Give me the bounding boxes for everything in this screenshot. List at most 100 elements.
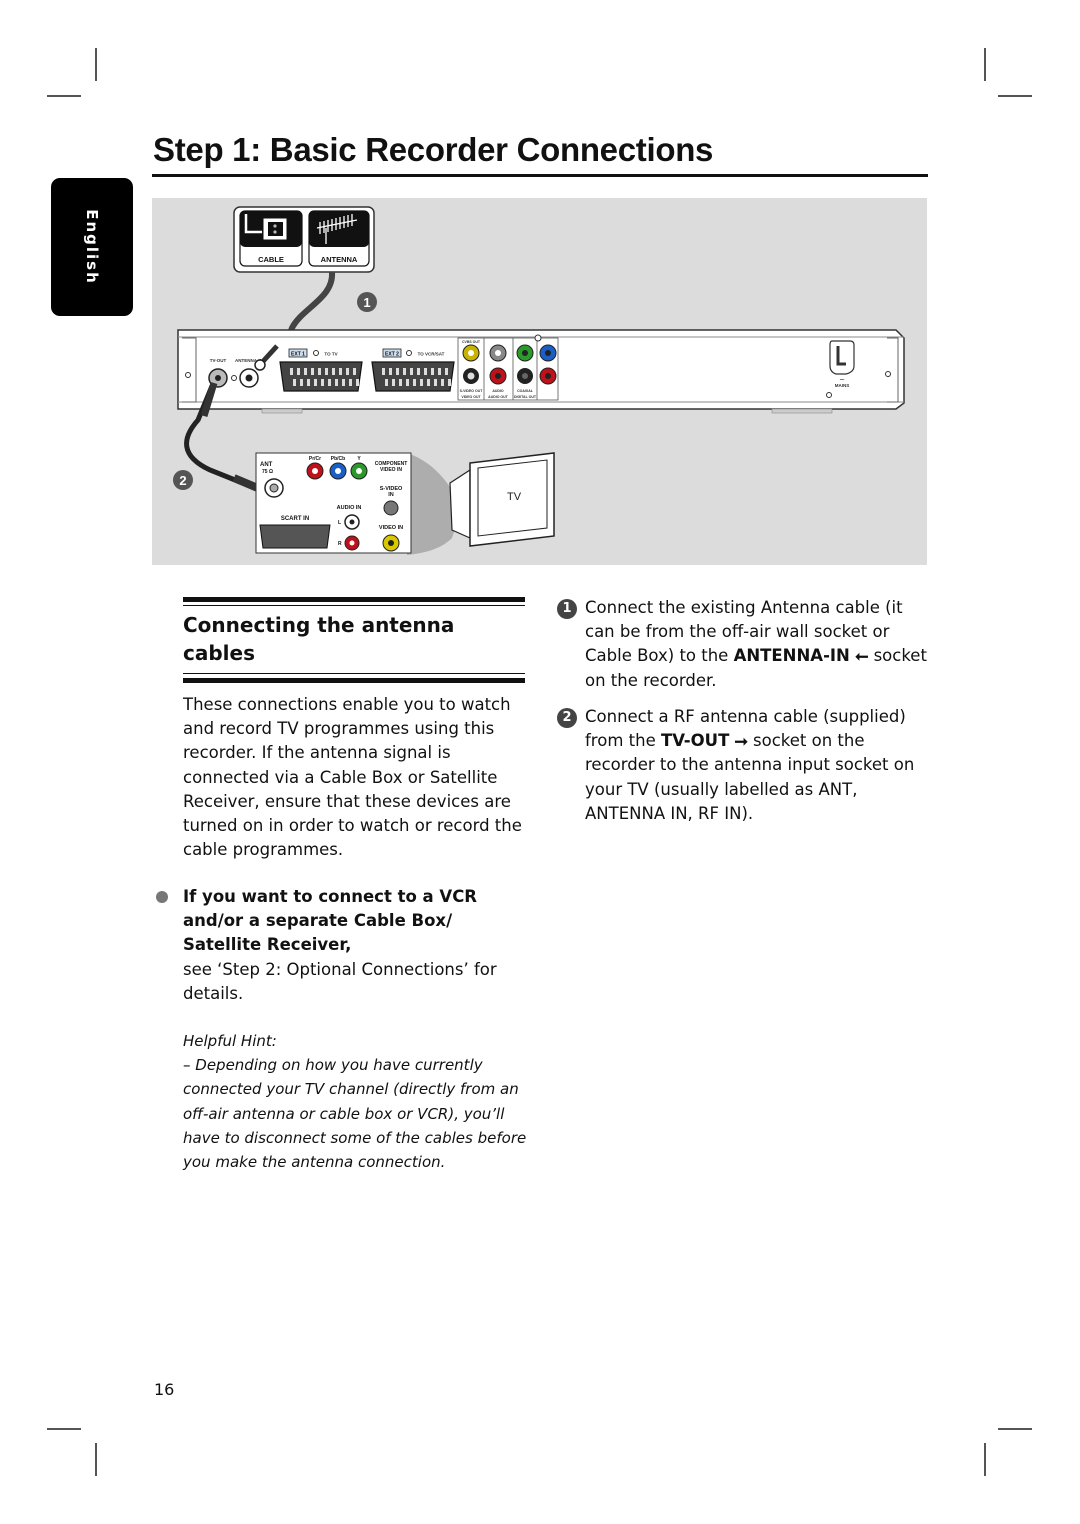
svg-text:R: R xyxy=(338,541,342,547)
antenna-label: ANTENNA xyxy=(321,255,358,264)
scart-pin xyxy=(332,368,335,375)
diagram-svg: CABLE ANTENNA 1 TV-OUT ANTENNA-IN EXT 1 … xyxy=(173,206,905,555)
scart-pin xyxy=(297,368,300,375)
scart-pin xyxy=(410,368,413,375)
svg-text:COAXIAL: COAXIAL xyxy=(517,389,534,393)
svg-text:VIDEO IN: VIDEO IN xyxy=(379,525,403,531)
scart-pin xyxy=(382,368,385,375)
step-text: Connect a RF antenna cable (supplied) fr… xyxy=(585,707,915,823)
svg-text:L: L xyxy=(338,520,341,526)
scart-pin xyxy=(406,379,409,386)
section-title: Connecting the antenna cables xyxy=(183,613,455,665)
hint-title: Helpful Hint: xyxy=(183,1032,277,1050)
ext2-scart-socket xyxy=(371,361,455,392)
callout-2: 2 xyxy=(173,470,193,490)
tv-out-label: TV-OUT xyxy=(660,731,730,751)
crop-mark xyxy=(95,48,97,81)
svg-text:IN: IN xyxy=(388,492,394,498)
scart-pin xyxy=(434,379,437,386)
svg-text:Pb/Cb: Pb/Cb xyxy=(331,456,345,462)
svg-text:SCART IN: SCART IN xyxy=(281,516,309,522)
cable-label: CABLE xyxy=(258,255,284,264)
mains-label: MAINS xyxy=(835,383,850,388)
antenna-icon xyxy=(309,211,369,247)
step-number-badge: 2 xyxy=(557,708,577,728)
scart-pin xyxy=(304,368,307,375)
tv-scart-socket xyxy=(259,524,331,549)
scart-pin xyxy=(356,379,359,386)
callout-1: 1 xyxy=(357,292,377,312)
scart-pin xyxy=(346,368,349,375)
crop-mark xyxy=(984,1443,986,1476)
crop-mark xyxy=(984,48,986,81)
svg-text:VIDEO IN: VIDEO IN xyxy=(380,467,402,473)
title-rule xyxy=(152,174,928,177)
bullet-text: see ‘Step 2: Optional Connections’ for d… xyxy=(183,960,497,1004)
mains-socket xyxy=(829,340,855,375)
language-label: English xyxy=(83,209,101,285)
bullet-heading: If you want to connect to a VCR and/or a… xyxy=(183,887,478,955)
scart-pin xyxy=(311,368,314,375)
ext1-scart-socket xyxy=(279,361,363,392)
page-number: 16 xyxy=(154,1380,175,1399)
section-rule-bottom xyxy=(183,678,525,683)
source-box: CABLE ANTENNA xyxy=(233,206,375,273)
scart-pin xyxy=(424,368,427,375)
recorder-back-panel: TV-OUT ANTENNA-IN EXT 1 TO TV EXT 2 TO V… xyxy=(177,329,905,414)
scart-pin xyxy=(353,368,356,375)
section-rule-bottom-thin xyxy=(183,673,525,674)
scart-pin xyxy=(328,379,331,386)
svg-text:CVBS OUT: CVBS OUT xyxy=(462,340,481,344)
scart-pin xyxy=(399,379,402,386)
scart-pin xyxy=(349,379,352,386)
svg-text:AUDIO IN: AUDIO IN xyxy=(337,505,362,511)
scart-pin xyxy=(392,379,395,386)
scart-pin xyxy=(431,368,434,375)
scart-pin xyxy=(385,379,388,386)
scart-pin xyxy=(318,368,321,375)
scart-pin xyxy=(403,368,406,375)
svg-text:ANT: ANT xyxy=(260,462,273,468)
svg-text:DIGITAL OUT: DIGITAL OUT xyxy=(514,395,537,399)
tv-input-panel: ANT 75 Ω Pr/Cr Pb/Cb Y COMPONENT VIDEO I… xyxy=(255,452,412,554)
ext2-sub-label: TO VCR/SAT xyxy=(418,352,445,357)
ext1-sub-label: TO TV xyxy=(324,352,337,357)
scart-pin xyxy=(307,379,310,386)
antenna-in-icon: ⭠ xyxy=(855,646,869,666)
scart-pin xyxy=(448,379,451,386)
ext2-label: EXT 2 xyxy=(385,352,399,358)
antenna-in-label: ANTENNA-IN xyxy=(733,646,850,666)
svg-text:75 Ω: 75 Ω xyxy=(262,469,273,475)
scart-pin xyxy=(335,379,338,386)
scart-pin xyxy=(396,368,399,375)
scart-pin xyxy=(300,379,303,386)
svg-text:1: 1 xyxy=(363,295,370,310)
tv-label: TV xyxy=(507,491,522,503)
hint-text: – Depending on how you have currently co… xyxy=(183,1056,527,1172)
scart-pin xyxy=(427,379,430,386)
ext1-label: EXT 1 xyxy=(291,352,305,358)
scart-pin xyxy=(339,368,342,375)
section-rule-top-thin xyxy=(183,605,525,606)
scart-pin xyxy=(413,379,416,386)
svg-text:VIDEO OUT: VIDEO OUT xyxy=(461,395,481,399)
step-text: Connect the existing Antenna cable (it c… xyxy=(585,598,927,690)
svg-text:AUDIO: AUDIO xyxy=(492,389,504,393)
crop-mark xyxy=(95,1443,97,1476)
step-number-badge: 1 xyxy=(557,599,577,619)
crop-mark xyxy=(47,95,81,97)
language-tab: English xyxy=(51,178,133,316)
scart-pin xyxy=(325,368,328,375)
svg-text:AUDIO OUT: AUDIO OUT xyxy=(488,395,509,399)
scart-pin xyxy=(321,379,324,386)
tv-out-port-label: TV-OUT xyxy=(210,358,227,363)
section-rule-top xyxy=(183,597,525,602)
scart-pin xyxy=(290,368,293,375)
crop-mark xyxy=(998,95,1032,97)
scart-pin xyxy=(420,379,423,386)
scart-pin xyxy=(441,379,444,386)
bullet-icon xyxy=(156,891,168,903)
scart-pin xyxy=(314,379,317,386)
crop-mark xyxy=(998,1428,1032,1430)
intro-paragraph: These connections enable you to watch an… xyxy=(183,695,522,860)
